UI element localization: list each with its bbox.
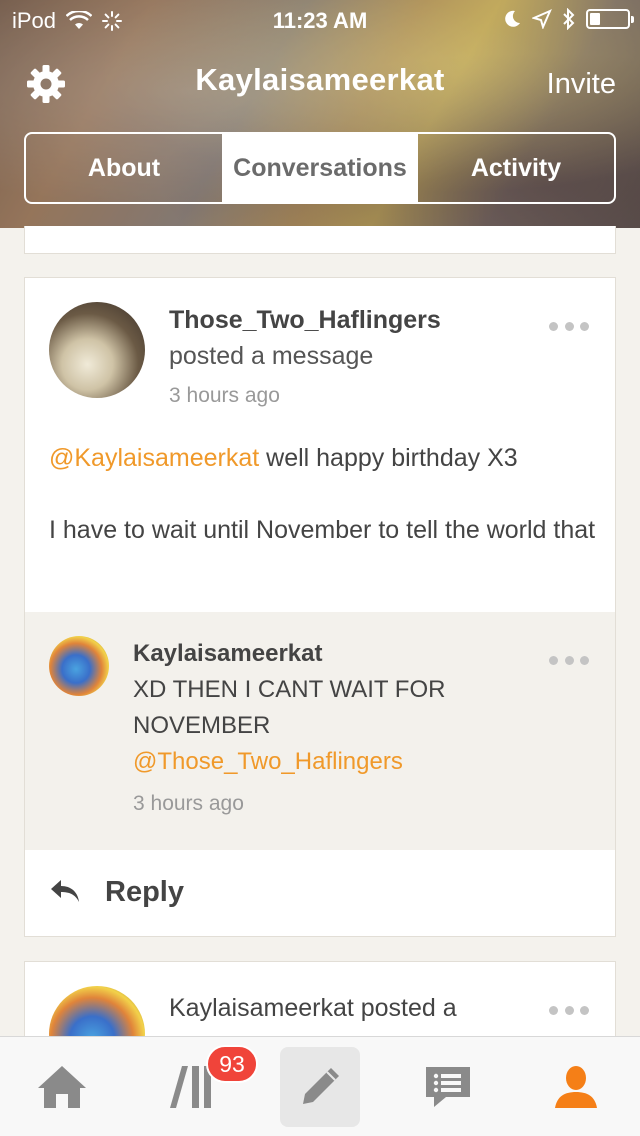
reply-button[interactable]: Reply — [25, 850, 615, 938]
status-bar: iPod 11:23 AM — [0, 0, 640, 40]
post-author[interactable]: Those_Two_Haflingers — [169, 306, 441, 335]
page-title: Kaylaisameerkat — [195, 62, 445, 97]
post-text-line: well happy birthday X3 — [259, 444, 518, 472]
chat-icon — [426, 1067, 470, 1107]
nav-bar: Kaylaisameerkat Invite — [0, 52, 640, 112]
reply-timestamp: 3 hours ago — [133, 792, 244, 815]
tab-compose[interactable] — [280, 1047, 360, 1127]
tab-about[interactable]: About — [26, 134, 222, 202]
mention-link[interactable]: @Kaylaisameerkat — [49, 444, 259, 472]
reply-comment: Kaylaisameerkat XD THEN I CANT WAIT FOR … — [25, 612, 615, 850]
tab-conversations[interactable]: Conversations — [222, 134, 418, 202]
avatar[interactable] — [49, 636, 109, 696]
moon-icon — [505, 10, 520, 27]
profile-header: iPod 11:23 AM Kaylaisameerkat Invite Abo… — [0, 0, 640, 228]
tab-profile[interactable] — [536, 1047, 616, 1127]
previous-post-card — [24, 226, 616, 254]
more-options-icon[interactable] — [549, 1004, 589, 1016]
reply-body: XD THEN I CANT WAIT FOR NOVEMBER @Those_… — [133, 672, 573, 780]
profile-tabs: About Conversations Activity — [24, 132, 616, 204]
tab-home[interactable] — [22, 1047, 102, 1127]
notification-badge: 93 — [206, 1045, 258, 1083]
post-card: Those_Two_Haflingers posted a message 3 … — [24, 277, 616, 937]
profile-icon — [555, 1066, 597, 1108]
post-body-paragraph: I have to wait until November to tell th… — [49, 516, 596, 544]
bluetooth-icon — [563, 8, 575, 30]
post-action: posted a message — [169, 342, 374, 370]
tab-activity[interactable]: Activity — [418, 134, 614, 202]
bottom-tab-bar: 93 — [0, 1036, 640, 1136]
post-timestamp: 3 hours ago — [169, 384, 280, 407]
invite-button[interactable]: Invite — [547, 68, 616, 101]
reply-arrow-icon — [51, 880, 79, 902]
pencil-icon — [303, 1068, 339, 1104]
location-arrow-icon — [532, 9, 552, 29]
reply-author[interactable]: Kaylaisameerkat — [133, 640, 322, 668]
reply-label: Reply — [105, 876, 184, 908]
tab-messages[interactable] — [408, 1047, 488, 1127]
home-icon — [38, 1066, 86, 1108]
avatar[interactable] — [49, 302, 145, 398]
battery-icon — [586, 9, 634, 29]
more-options-icon[interactable] — [549, 320, 589, 332]
more-options-icon[interactable] — [549, 654, 589, 666]
reply-text: XD THEN I CANT WAIT FOR NOVEMBER — [133, 676, 446, 739]
mention-link[interactable]: @Those_Two_Haflingers — [133, 744, 573, 780]
post-body: @Kaylaisameerkat well happy birthday X3 — [49, 440, 597, 476]
